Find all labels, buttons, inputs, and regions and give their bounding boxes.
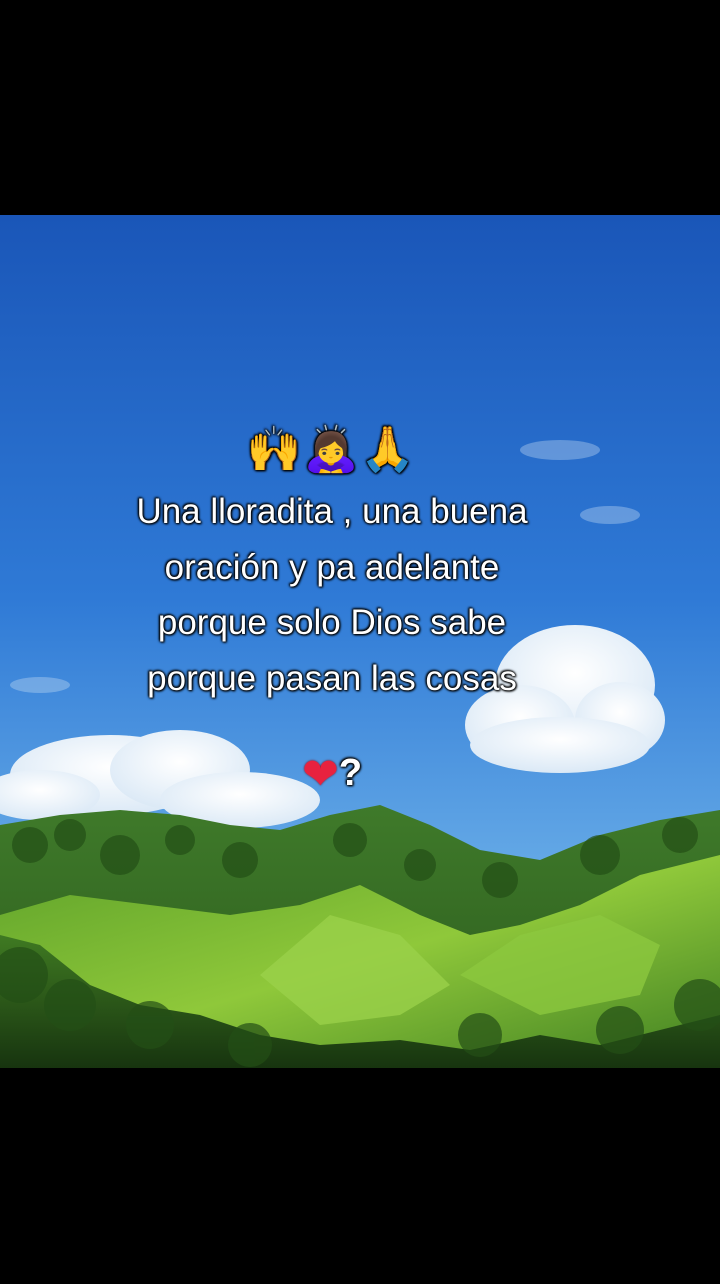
caption-line-4: porque pasan las cosas xyxy=(147,658,517,698)
raised-hands-emoji-icon: 🙌 xyxy=(246,424,304,475)
emoji-row: 🙌🙇‍♀️🙏 xyxy=(0,420,664,484)
caption-message: Una lloradita , una buena oración y pa a… xyxy=(0,484,664,706)
caption-line-2: oración y pa adelante xyxy=(164,547,500,587)
folded-hands-emoji-icon: 🙏 xyxy=(360,424,418,475)
bowing-person-emoji-icon: 🙇‍♀️ xyxy=(303,424,361,475)
caption-tail: ❤? xyxy=(0,748,664,800)
bottom-letterbox xyxy=(0,1068,720,1284)
caption-line-1: Una lloradita , una buena xyxy=(136,492,528,531)
question-mark: ? xyxy=(338,752,363,794)
red-heart-icon: ❤ xyxy=(301,750,339,799)
top-letterbox xyxy=(0,0,720,215)
caption-line-3: porque solo Dios sabe xyxy=(157,603,507,642)
caption-overlay: 🙌🙇‍♀️🙏 Una lloradita , una buena oración… xyxy=(0,420,664,800)
